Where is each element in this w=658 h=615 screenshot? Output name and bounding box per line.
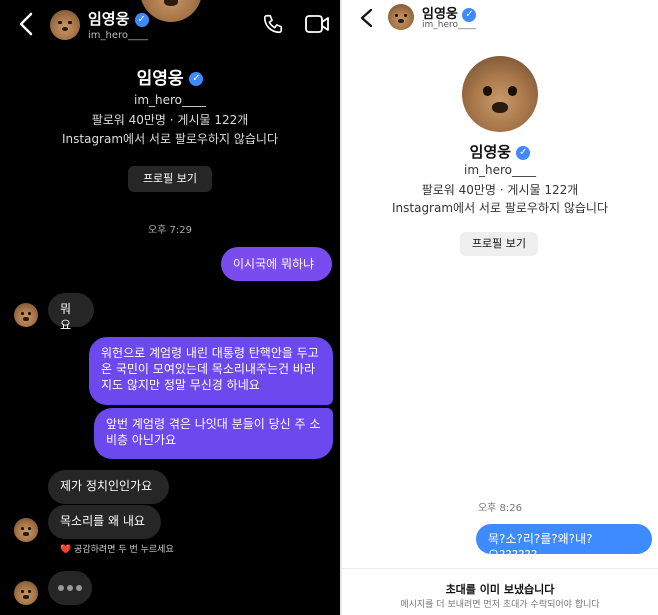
reaction-hint: ❤️ 공감하려면 두 번 누르세요: [60, 545, 174, 555]
profile-avatar: [140, 0, 202, 22]
dark-chat-screen: 임영웅 ✓ im_hero____ 임영웅 ✓ im_hero____ 팔로워 …: [0, 0, 340, 615]
verified-badge-icon: ✓: [516, 145, 531, 160]
profile-name: 임영웅 ✓: [342, 141, 658, 162]
timestamp: 오후 8:26: [477, 503, 523, 514]
sent-message[interactable]: 앞번 계엄령 겪은 나잇대 분들이 당신 주 소비층 아닌가요: [94, 408, 333, 459]
header-name: 임영웅: [88, 10, 130, 28]
profile-name-text: 임영웅: [136, 69, 184, 89]
profile-handle: im_hero____: [463, 163, 537, 177]
sender-avatar[interactable]: [14, 581, 38, 605]
sent-message[interactable]: 워헌으로 계엄령 내린 대통령 탄핵안을 두고 온 국민이 모여있는데 목소리내…: [89, 337, 333, 405]
light-chat-screen: 임영웅 ✓ im_hero____ 임영웅 ✓ im_hero____ 팔로워 …: [342, 0, 658, 615]
header-avatar[interactable]: [388, 4, 414, 30]
back-arrow-icon[interactable]: [14, 10, 38, 38]
invite-sent-title: 초대를 이미 보냈습니다: [445, 583, 555, 596]
header-handle: im_hero____: [422, 20, 477, 30]
back-arrow-icon[interactable]: [356, 6, 378, 30]
sender-avatar[interactable]: [14, 518, 38, 542]
divider: [342, 568, 658, 569]
follow-note: Instagram에서 서로 팔로우하지 않습니다: [61, 132, 278, 146]
follow-note: Instagram에서 서로 팔로우하지 않습니다: [391, 201, 608, 215]
video-call-icon[interactable]: [304, 13, 330, 35]
invite-sent-subtitle: 메시지를 더 보내려면 먼저 초대가 수락되어야 합니다: [400, 600, 600, 610]
verified-badge-icon: ✓: [189, 72, 204, 86]
header-avatar[interactable]: [50, 10, 80, 40]
profile-name: 임영웅 ✓: [0, 64, 340, 89]
profile-name-text: 임영웅: [469, 143, 512, 161]
profile-handle: im_hero____: [133, 93, 207, 107]
sender-avatar[interactable]: [14, 303, 38, 327]
sent-message[interactable]: 이시국에 뭐하냐: [221, 247, 332, 281]
received-message[interactable]: 목소리를 왜 내요: [48, 505, 161, 539]
phone-call-icon[interactable]: [262, 13, 284, 35]
view-profile-button[interactable]: 프로필 보기: [460, 232, 538, 256]
timestamp: 오후 7:29: [147, 225, 193, 236]
profile-stats: 팔로워 40만명 · 게시물 122개: [421, 183, 579, 197]
received-message[interactable]: 제가 정치인인가요: [48, 470, 169, 504]
header-title[interactable]: 임영웅 ✓: [88, 8, 149, 29]
verified-badge-icon: ✓: [134, 12, 149, 27]
typing-indicator: [48, 571, 92, 605]
view-profile-button[interactable]: 프로필 보기: [128, 166, 212, 192]
header-handle: im_hero____: [88, 30, 149, 41]
profile-stats: 팔로워 40만명 · 게시물 122개: [91, 113, 249, 127]
profile-avatar: [462, 56, 538, 132]
sent-message[interactable]: 목?소?리?를?왜?내?요??????: [476, 524, 652, 562]
received-message[interactable]: 뭐요: [48, 293, 94, 332]
